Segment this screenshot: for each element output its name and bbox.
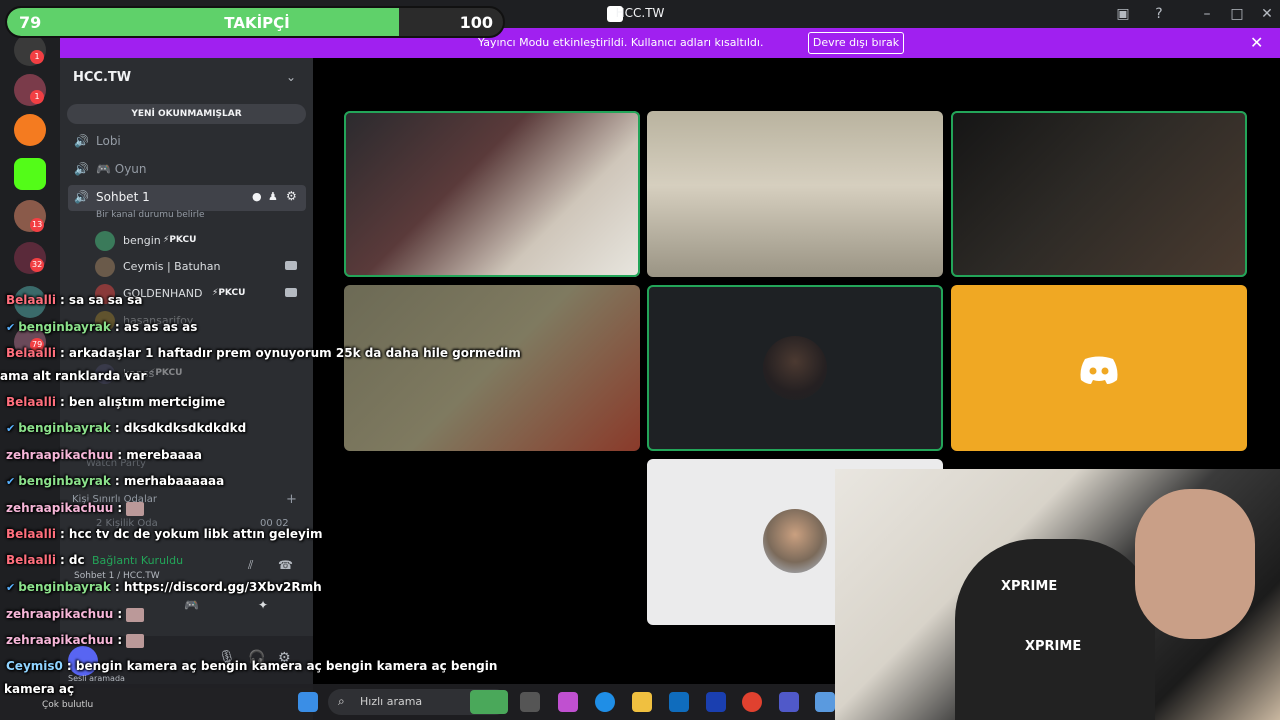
chat-username: Belaalli bbox=[6, 527, 56, 541]
chat-username: Belaalli bbox=[6, 553, 56, 567]
chat-separator: : bbox=[114, 421, 124, 435]
disable-streamer-mode-button[interactable]: Devre dışı bırak bbox=[808, 32, 904, 54]
chat-text: dc bbox=[68, 553, 85, 567]
emote-icon bbox=[126, 607, 145, 622]
chat-text: ben alıştım mertcigime bbox=[68, 395, 226, 409]
file-explorer-icon[interactable] bbox=[632, 692, 652, 712]
verified-icon: ✔ bbox=[6, 321, 16, 334]
chat-message: Belaalli: hcc tv dc de yokum libk attın … bbox=[6, 527, 322, 541]
chat-text: bengin kamera aç bengin kamera aç bengin… bbox=[75, 659, 498, 673]
chat-message: ✔ benginbayrak: merhabaaaaaa bbox=[6, 474, 224, 488]
chat-text: dksdkdksdkdkdkd bbox=[123, 421, 247, 435]
chat-message: ✔ benginbayrak: dksdkdksdkdkdkd bbox=[6, 421, 246, 435]
chat-message: zehraapikachuu: bbox=[6, 633, 145, 648]
chat-username: zehraapikachuu bbox=[6, 448, 114, 462]
chat-separator: : bbox=[66, 659, 76, 673]
chat-message: ama alt ranklarda var bbox=[0, 369, 146, 383]
chat-message: zehraapikachuu: bbox=[6, 501, 145, 516]
chat-message: ✔ benginbayrak: as as as as bbox=[6, 320, 197, 334]
chat-separator: : bbox=[117, 448, 127, 462]
chat-text: merebaaaa bbox=[126, 448, 202, 462]
chat-text: as as as as bbox=[123, 320, 198, 334]
chat-text: arkadaşlar 1 haftadır prem oynuyorum 25k… bbox=[68, 346, 521, 360]
close-window-icon[interactable]: ✕ bbox=[1258, 5, 1276, 23]
gaming-chair bbox=[955, 539, 1155, 720]
chat-text: merhabaaaaaa bbox=[123, 474, 225, 488]
chat-text: hcc tv dc de yokum libk attın geleyim bbox=[68, 527, 323, 541]
verified-icon: ✔ bbox=[6, 581, 16, 594]
chat-message: Belaalli: arkadaşlar 1 haftadır prem oyn… bbox=[6, 346, 521, 360]
avatar bbox=[763, 509, 827, 573]
chair-brand: XPRIME bbox=[1001, 579, 1058, 594]
chat-username: zehraapikachuu bbox=[6, 633, 114, 647]
chat-text: kamera aç bbox=[4, 682, 75, 696]
chat-separator: : bbox=[59, 346, 69, 360]
chat-message: zehraapikachuu: merebaaaa bbox=[6, 448, 202, 462]
chat-text: https://discord.gg/3Xbv2Rmh bbox=[123, 580, 322, 594]
discord-logo-icon bbox=[1080, 356, 1118, 384]
chat-separator: : bbox=[117, 633, 127, 647]
chat-separator: : bbox=[114, 474, 124, 488]
chat-username: Belaalli bbox=[6, 395, 56, 409]
help-icon[interactable]: ? bbox=[1150, 5, 1168, 23]
maximize-icon[interactable]: □ bbox=[1228, 5, 1246, 23]
chat-separator: : bbox=[59, 293, 69, 307]
chat-separator: : bbox=[59, 527, 69, 541]
chat-message: zehraapikachuu: bbox=[6, 607, 145, 622]
verified-icon: ✔ bbox=[6, 422, 16, 435]
chat-message: Belaalli: sa sa sa sa bbox=[6, 293, 142, 307]
inbox-icon[interactable]: ▣ bbox=[1114, 5, 1132, 23]
chat-message: ✔ benginbayrak: https://discord.gg/3Xbv2R… bbox=[6, 580, 322, 594]
video-tile[interactable] bbox=[951, 111, 1247, 277]
chat-message: Belaalli: dc bbox=[6, 553, 85, 567]
app-icon[interactable] bbox=[815, 692, 835, 712]
streamer-webcam: XPRIME XPRIME bbox=[835, 469, 1280, 720]
chat-message: kamera aç bbox=[4, 682, 74, 696]
chat-text: sa sa sa sa bbox=[68, 293, 143, 307]
chat-username: zehraapikachuu bbox=[6, 607, 114, 621]
chair-brand: XPRIME bbox=[1025, 639, 1082, 654]
chat-separator: : bbox=[117, 607, 127, 621]
chat-username: benginbayrak bbox=[18, 474, 111, 488]
screen: HCC.TW ▣ ? – □ ✕ Yayıncı Modu etkinleşti… bbox=[0, 0, 1280, 720]
chat-separator: : bbox=[114, 320, 124, 334]
chat-username: benginbayrak bbox=[18, 421, 111, 435]
avatar bbox=[763, 336, 827, 400]
chat-username: Ceymis0 bbox=[6, 659, 63, 673]
chat-username: benginbayrak bbox=[18, 580, 111, 594]
streamer-face bbox=[1135, 489, 1255, 639]
chat-message: Belaalli: ben alıştım mertcigime bbox=[6, 395, 225, 409]
chat-username: benginbayrak bbox=[18, 320, 111, 334]
video-tile[interactable] bbox=[647, 111, 943, 277]
outlook-icon[interactable] bbox=[669, 692, 689, 712]
chat-message: Ceymis0: bengin kamera aç bengin kamera … bbox=[6, 659, 497, 673]
chat-username: Belaalli bbox=[6, 293, 56, 307]
edge-icon[interactable] bbox=[595, 692, 615, 712]
minimize-icon[interactable]: – bbox=[1198, 5, 1216, 23]
video-tile[interactable] bbox=[647, 285, 943, 451]
chat-username: Belaalli bbox=[6, 346, 56, 360]
verified-icon: ✔ bbox=[6, 475, 16, 488]
chat-separator: : bbox=[114, 580, 124, 594]
chat-separator: : bbox=[59, 553, 69, 567]
launcher-icon[interactable] bbox=[706, 692, 726, 712]
video-tile[interactable] bbox=[951, 285, 1247, 451]
chrome-icon[interactable] bbox=[742, 692, 762, 712]
chat-text: ama alt ranklarda var bbox=[0, 369, 147, 383]
copilot-icon[interactable] bbox=[558, 692, 578, 712]
emote-icon bbox=[126, 633, 145, 648]
chat-username: zehraapikachuu bbox=[6, 501, 114, 515]
chat-separator: : bbox=[59, 395, 69, 409]
chat-overlay: Belaalli: sa sa sa sa ✔ benginbayrak: as a… bbox=[0, 0, 560, 720]
close-icon[interactable]: ✕ bbox=[1250, 33, 1263, 52]
emote-icon bbox=[126, 501, 145, 516]
chat-separator: : bbox=[117, 501, 127, 515]
teams-icon[interactable] bbox=[779, 692, 799, 712]
